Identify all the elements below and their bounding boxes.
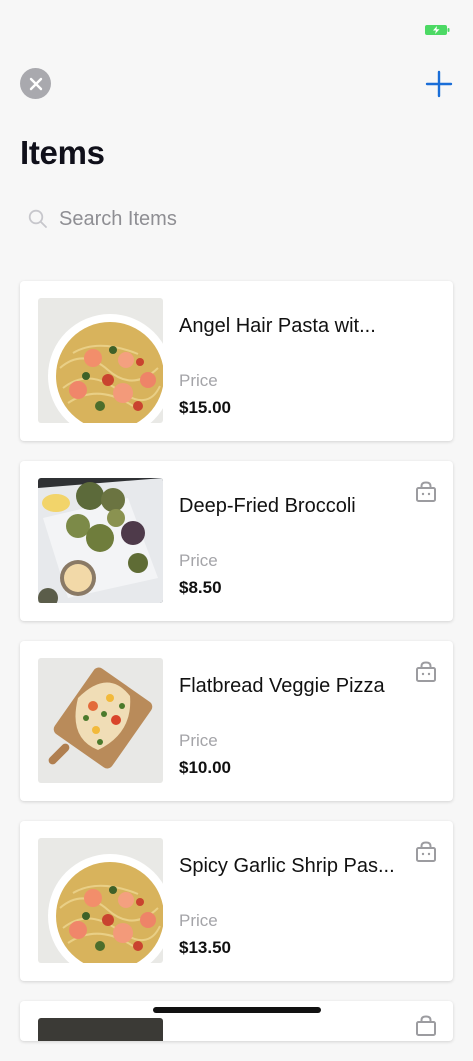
item-card[interactable]: Flatbread Veggie Pizza Price $10.00	[20, 641, 453, 801]
price-value: $8.50	[179, 578, 222, 597]
item-card[interactable]: Deep-Fried Broccoli Price $8.50	[20, 461, 453, 621]
status-bar	[0, 0, 473, 48]
add-item-button[interactable]	[425, 70, 453, 98]
shopping-bag-icon	[416, 841, 436, 862]
item-card[interactable]: Spicy Garlic Shrip Pas... Price $13.50	[20, 821, 453, 981]
top-bar	[0, 66, 473, 102]
shopping-bag-icon	[416, 481, 436, 502]
shopping-bag-icon	[416, 1015, 436, 1036]
price-value: $10.00	[179, 758, 231, 777]
search-bar[interactable]	[28, 202, 453, 236]
price-value: $13.50	[179, 938, 231, 957]
items-list: Angel Hair Pasta wit... Price $15.00 Dee…	[20, 281, 453, 1061]
battery-icon	[425, 25, 450, 35]
price-label: Price	[179, 731, 218, 750]
item-name: Spicy Garlic Shrip Pas...	[179, 855, 395, 877]
item-name: Angel Hair Pasta wit...	[179, 315, 376, 337]
search-input[interactable]	[57, 206, 453, 232]
price-label: Price	[179, 911, 218, 930]
search-icon	[28, 209, 47, 228]
close-icon	[29, 77, 42, 90]
home-indicator	[153, 1007, 321, 1013]
item-photo-flatbread-pizza	[38, 658, 163, 783]
item-card[interactable]: Angel Hair Pasta wit... Price $15.00	[20, 281, 453, 441]
item-photo	[38, 1018, 163, 1041]
item-photo-shrimp-pasta	[38, 838, 163, 963]
price-value: $15.00	[179, 398, 231, 417]
shopping-bag-icon	[416, 661, 436, 682]
item-name: Flatbread Veggie Pizza	[179, 675, 385, 697]
item-name: Deep-Fried Broccoli	[179, 495, 356, 517]
price-label: Price	[179, 551, 218, 570]
page-title: Items	[20, 134, 105, 171]
item-photo-fried-broccoli	[38, 478, 163, 603]
close-button[interactable]	[20, 68, 51, 99]
item-photo-shrimp-pasta	[38, 298, 163, 423]
price-label: Price	[179, 371, 218, 390]
